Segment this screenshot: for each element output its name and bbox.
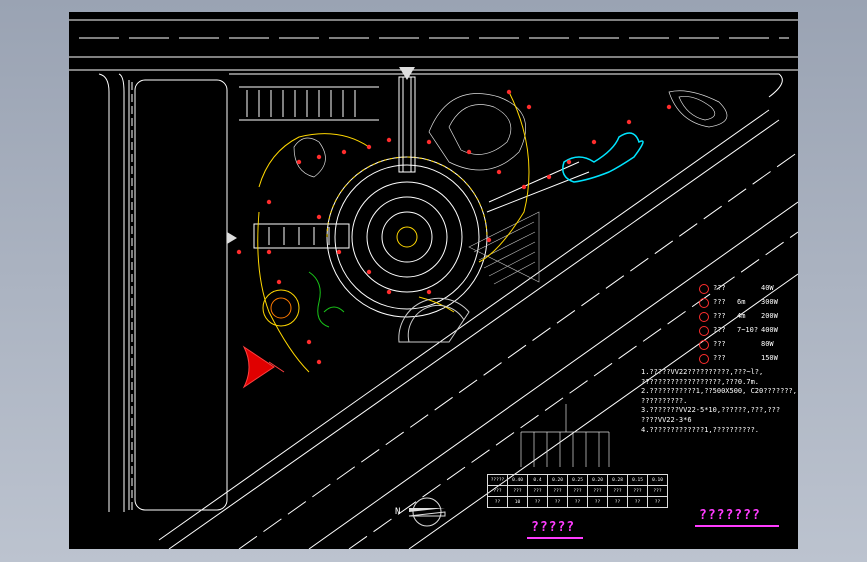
parking-lot <box>239 86 379 121</box>
lawn-lamp-icon <box>699 340 709 350</box>
table-cell: ?? <box>647 496 668 508</box>
garden-lamp-icon <box>699 312 709 322</box>
table-cell: ??? <box>507 485 528 497</box>
drawing-title-underline <box>695 525 779 527</box>
legend-watt: 200W <box>761 312 778 320</box>
table-cell: 0.10 <box>647 474 668 486</box>
note-line: ??????????. <box>641 396 688 405</box>
round-garden <box>262 271 345 328</box>
table-cell: 0.20 <box>587 474 608 486</box>
legend-watt: 80W <box>761 340 774 348</box>
table-cell: 0.25 <box>567 474 588 486</box>
table-cell: 10 <box>507 496 528 508</box>
street-lamp-icon <box>699 298 709 308</box>
drawing-canvas[interactable]: ??? 40W ??? 6m 300W ??? 4m 200W ??? 7~10… <box>69 12 798 549</box>
diagram-title-underline <box>527 537 583 539</box>
table-cell: ????? <box>487 474 508 486</box>
note-line: 1.?????VV22??????????,???~l?, <box>641 368 764 376</box>
red-sculpture <box>242 345 275 389</box>
north-label: N <box>395 507 401 517</box>
table-cell: ?? <box>587 496 608 508</box>
table-cell: ??? <box>547 485 568 497</box>
legend-watt: 400W <box>761 326 778 334</box>
table-cell: ?? <box>607 496 628 508</box>
lamp-cross-icon <box>699 284 709 294</box>
legend-watt: 300W <box>761 298 778 306</box>
table-cell: 0.4 <box>527 474 548 486</box>
site-plan-drawing <box>69 19 798 549</box>
fan-lawn <box>398 297 470 343</box>
table-cell: ??? <box>647 485 668 497</box>
legend-name: ??? <box>713 354 726 362</box>
note-line: ???????????????????,???0.7m. <box>641 377 760 386</box>
legend-spec: 4m <box>737 312 746 320</box>
table-cell: ?? <box>567 496 588 508</box>
legend-name: ??? <box>713 284 726 292</box>
legend-watt: 150W <box>761 354 778 362</box>
distribution-table: ????? 0.40 0.4 0.20 0.25 0.20 0.28 0.15 … <box>487 474 668 508</box>
pond <box>562 132 644 183</box>
top-roads <box>69 19 798 512</box>
table-cell: 0.40 <box>507 474 528 486</box>
table-cell: ??? <box>567 485 588 497</box>
cad-viewport-frame: ??? 40W ??? 6m 300W ??? 4m 200W ??? 7~10… <box>0 0 867 562</box>
legend-name: ??? <box>713 298 726 306</box>
diagram-title: ????? <box>531 520 576 535</box>
table-cell: ??? <box>607 485 628 497</box>
note-line: 4.?????????????1,??????????. <box>641 425 760 434</box>
contour-hills <box>293 90 728 178</box>
compass-rose <box>408 497 446 527</box>
table-cell: ?? <box>547 496 568 508</box>
legend-spec: 6m <box>737 298 746 306</box>
table-cell: ?? <box>627 496 648 508</box>
lamp-markers <box>236 89 672 365</box>
legend-name: ??? <box>713 326 726 334</box>
legend-name: ??? <box>713 340 726 348</box>
table-cell: 0.15 <box>627 474 648 486</box>
table-cell: ??? <box>487 485 508 497</box>
table-cell: 0.28 <box>607 474 628 486</box>
drawing-title: ??????? <box>699 508 761 523</box>
table-cell: ?? <box>487 496 508 508</box>
legend-spec: 7~10? <box>737 326 759 334</box>
flood-lamp-icon <box>699 326 709 336</box>
table-cell: ??? <box>527 485 548 497</box>
table-cell: ??? <box>627 485 648 497</box>
table-cell: ??? <box>587 485 608 497</box>
table-cell: 0.20 <box>547 474 568 486</box>
table-cell: ?? <box>527 496 548 508</box>
hatched-lawn <box>468 211 540 285</box>
garden-paths <box>257 91 530 373</box>
left-road-plots <box>128 79 228 512</box>
legend-name: ??? <box>713 312 726 320</box>
distribution-single-line <box>520 404 610 467</box>
note-line: 3.???????VV22-5*10,??????,???,??? <box>641 406 781 415</box>
note-line: ????VV22-3*6 <box>641 415 692 424</box>
note-line: 2.???????????1,??500X500, C20???????, <box>641 387 797 396</box>
spot-lamp-icon <box>699 354 709 364</box>
design-notes: 1.?????VV22??????????,???~l?, ??????????… <box>641 368 797 435</box>
legend-watt: 40W <box>761 284 774 292</box>
